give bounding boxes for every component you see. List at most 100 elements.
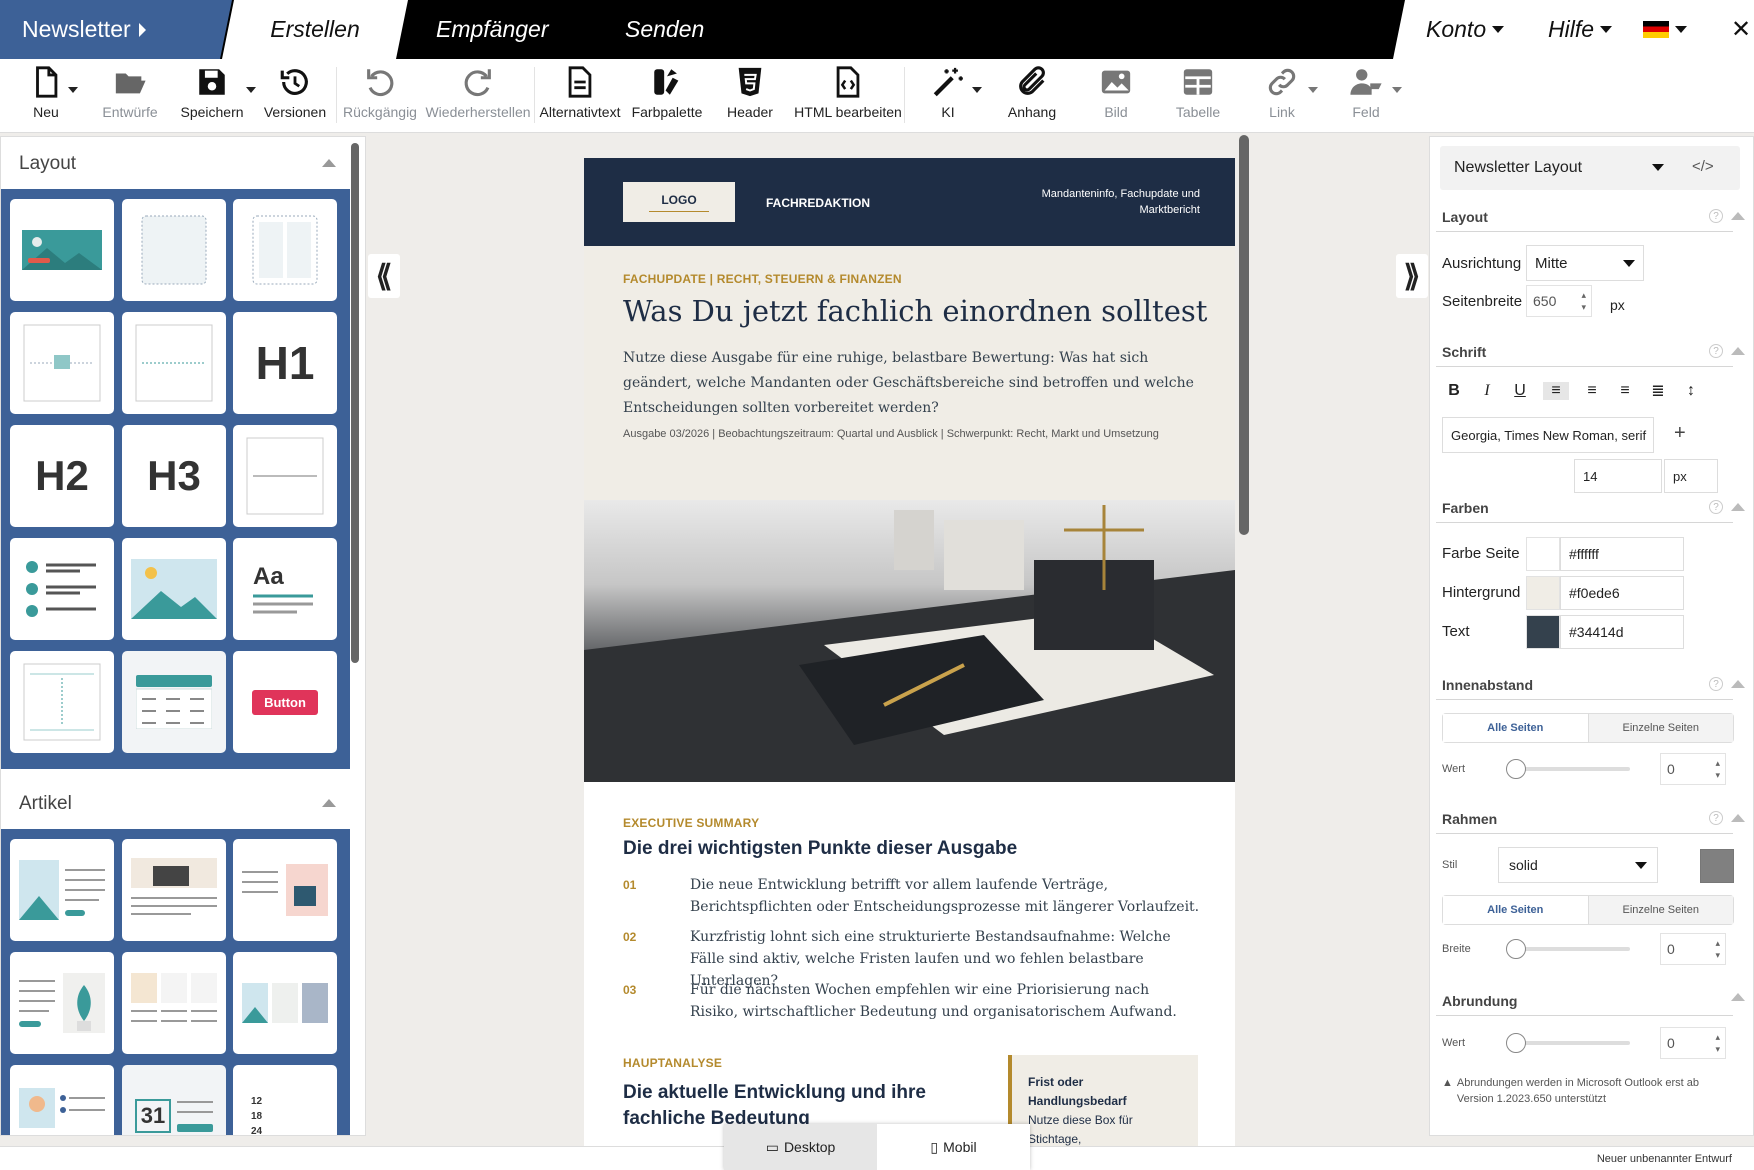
image-button[interactable]: Bild (1090, 59, 1142, 133)
font-unit-select[interactable]: px (1664, 459, 1718, 493)
add-font-icon[interactable]: + (1674, 422, 1686, 445)
border-color-swatch[interactable] (1700, 849, 1734, 883)
article-plant-right[interactable] (10, 952, 114, 1054)
desktop-view-button[interactable]: ▭ Desktop (724, 1124, 877, 1170)
block-separator[interactable] (233, 425, 337, 527)
align-center-icon[interactable]: ≡ (1582, 382, 1602, 400)
left-panel-scrollbar[interactable] (351, 143, 359, 663)
block-h2[interactable]: H2 (10, 425, 114, 527)
collapse-right-icon[interactable]: ⟫ (1396, 254, 1428, 298)
color-swatch-background[interactable] (1526, 576, 1560, 610)
block-image-small[interactable] (10, 312, 114, 414)
slider-knob[interactable] (1506, 1033, 1526, 1053)
align-justify-icon[interactable]: ≣ (1648, 381, 1668, 401)
block-image-banner[interactable] (10, 199, 114, 301)
artikel-section-header[interactable]: Artikel (1, 779, 350, 829)
layout-section-header[interactable]: Layout (1, 139, 350, 189)
line-height-icon[interactable]: ↕ (1681, 382, 1701, 400)
table-button[interactable]: Tabelle (1172, 59, 1224, 133)
newsletter-canvas[interactable]: LOGO FACHREDAKTION Mandanteninfo, Fachup… (584, 158, 1235, 1158)
new-button[interactable]: Neu (28, 59, 78, 133)
block-frame-two-column[interactable] (233, 199, 337, 301)
slider-knob[interactable] (1506, 759, 1526, 779)
collapse-up-icon[interactable] (1731, 814, 1745, 822)
color-hex-input[interactable]: #34414d (1560, 615, 1684, 649)
newsletter-menu[interactable]: Newsletter (0, 0, 232, 59)
canvas-scrollbar[interactable] (1239, 135, 1249, 535)
border-width-slider[interactable] (1506, 939, 1630, 959)
collapse-up-icon[interactable] (1731, 993, 1745, 1001)
dropdown-caret-icon[interactable] (1392, 87, 1402, 93)
element-selector[interactable]: Newsletter Layout </> (1440, 146, 1740, 190)
block-image[interactable] (122, 538, 226, 640)
block-button[interactable]: Button (233, 651, 337, 753)
article-image-right[interactable] (233, 839, 337, 941)
tab-empfaenger[interactable]: Empfänger (436, 0, 549, 59)
code-icon[interactable]: </> (1692, 158, 1714, 175)
article-dates[interactable]: 12 18 24 (233, 1065, 337, 1135)
article-image-left[interactable] (10, 839, 114, 941)
underline-icon[interactable]: U (1510, 382, 1530, 400)
intro-section[interactable]: FACHUPDATE | RECHT, STEUERN & FINANZEN W… (584, 246, 1235, 500)
dropdown-caret-icon[interactable] (68, 87, 78, 93)
attachment-button[interactable]: Anhang (1004, 59, 1060, 133)
block-h1[interactable]: H1 (233, 312, 337, 414)
block-spacer[interactable] (10, 651, 114, 753)
color-swatch-text[interactable] (1526, 615, 1560, 649)
radius-value-input[interactable]: 0 (1660, 1027, 1726, 1059)
article-calendar[interactable]: 31 (122, 1065, 226, 1135)
seitenbreite-input[interactable]: 650 (1526, 285, 1592, 317)
help-icon[interactable]: ? (1709, 677, 1723, 691)
language-menu[interactable] (1643, 0, 1687, 59)
block-text[interactable]: Aa (233, 538, 337, 640)
help-icon[interactable]: ? (1709, 500, 1723, 514)
block-checklist[interactable] (10, 538, 114, 640)
align-left-icon[interactable]: ≡ (1543, 382, 1569, 400)
ai-button[interactable]: KI (928, 59, 982, 133)
article-gallery[interactable] (233, 952, 337, 1054)
link-button[interactable]: Link (1260, 59, 1318, 133)
header-button[interactable]: Header (720, 59, 780, 133)
font-size-select[interactable]: 14 (1574, 459, 1662, 493)
redo-button[interactable]: Wiederherstellen (425, 59, 531, 133)
deadline-box[interactable]: Frist oder Handlungsbedarf Nutze diese B… (1008, 1055, 1198, 1158)
article-three-columns[interactable] (122, 952, 226, 1054)
logo-placeholder[interactable]: LOGO (623, 182, 735, 222)
color-hex-input[interactable]: #ffffff (1560, 537, 1684, 571)
single-sides-option[interactable]: Einzelne Seiten (1588, 714, 1733, 742)
collapse-up-icon[interactable] (1731, 680, 1745, 688)
collapse-up-icon[interactable] (1731, 347, 1745, 355)
font-family-select[interactable]: Georgia, Times New Roman, serif (1442, 417, 1654, 453)
block-table[interactable] (122, 651, 226, 753)
italic-icon[interactable]: I (1477, 382, 1497, 400)
all-sides-option[interactable]: Alle Seiten (1443, 896, 1589, 924)
close-icon[interactable]: ✕ (1731, 0, 1751, 59)
article-profile[interactable] (10, 1065, 114, 1135)
collapse-up-icon[interactable] (322, 799, 336, 807)
help-icon[interactable]: ? (1709, 209, 1723, 223)
save-button[interactable]: Speichern (180, 59, 256, 133)
help-icon[interactable]: ? (1709, 811, 1723, 825)
hero-image[interactable] (584, 500, 1235, 782)
collapse-up-icon[interactable] (1731, 503, 1745, 511)
versions-button[interactable]: Versionen (264, 59, 326, 133)
block-frame-single[interactable] (122, 199, 226, 301)
slider-knob[interactable] (1506, 939, 1526, 959)
color-swatch-page[interactable] (1526, 537, 1560, 571)
hilfe-menu[interactable]: Hilfe (1548, 0, 1613, 59)
single-sides-option[interactable]: Einzelne Seiten (1588, 896, 1733, 924)
alt-text-button[interactable]: Alternativtext (540, 59, 620, 133)
article-image-top[interactable] (122, 839, 226, 941)
dropdown-caret-icon[interactable] (1308, 87, 1318, 93)
dropdown-caret-icon[interactable] (972, 87, 982, 93)
border-sides-toggle[interactable]: Alle Seiten Einzelne Seiten (1442, 895, 1734, 925)
border-width-input[interactable]: 0 (1660, 933, 1726, 965)
dropdown-caret-icon[interactable] (246, 87, 256, 93)
block-divider-dotted[interactable] (122, 312, 226, 414)
block-h3[interactable]: H3 (122, 425, 226, 527)
padding-sides-toggle[interactable]: Alle Seiten Einzelne Seiten (1442, 713, 1734, 743)
color-hex-input[interactable]: #f0ede6 (1560, 576, 1684, 610)
tab-erstellen[interactable]: Erstellen (222, 0, 408, 59)
ausrichtung-select[interactable]: Mitte (1526, 245, 1644, 281)
drafts-button[interactable]: Entwürfe (100, 59, 160, 133)
